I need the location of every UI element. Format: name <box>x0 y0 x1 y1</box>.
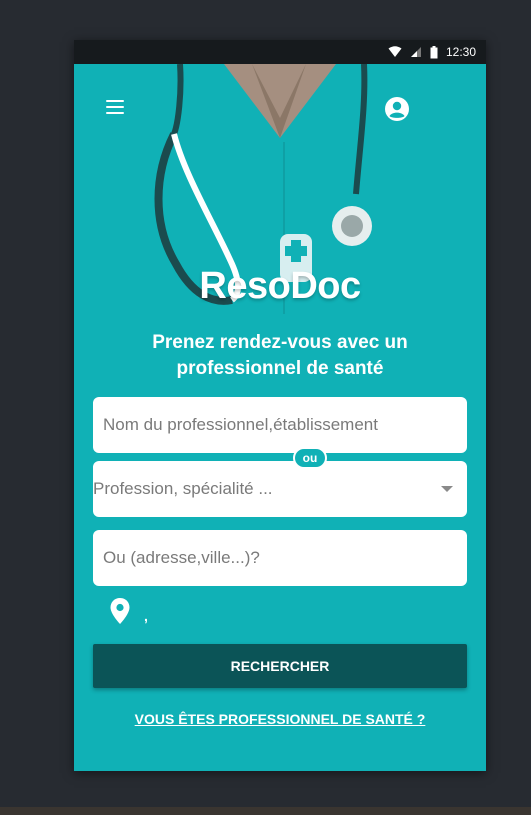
status-bar: 12:30 <box>74 40 486 64</box>
bottom-strip <box>0 807 531 815</box>
search-button[interactable]: RECHERCHER <box>93 644 467 688</box>
or-badge: ou <box>293 447 327 469</box>
signal-icon <box>410 47 421 57</box>
hamburger-menu-icon[interactable] <box>106 100 124 114</box>
profession-select-placeholder: Profession, spécialité ... <box>93 479 273 498</box>
name-search-input[interactable] <box>93 415 467 435</box>
location-search-input[interactable] <box>93 548 467 568</box>
location-field[interactable] <box>93 530 467 586</box>
battery-icon <box>430 45 438 58</box>
location-pin-icon[interactable] <box>110 598 130 624</box>
account-circle-icon[interactable] <box>384 96 410 122</box>
app-screen: 12:30 ResoDoc Prenez rendez-vous avec un… <box>74 40 486 771</box>
current-location-text: , <box>144 608 148 624</box>
status-time: 12:30 <box>445 45 476 59</box>
wifi-icon <box>388 46 402 57</box>
profession-select[interactable]: Profession, spécialité ... <box>93 461 467 517</box>
professional-link[interactable]: VOUS ÊTES PROFESSIONNEL DE SANTÉ ? <box>74 711 486 727</box>
name-field[interactable] <box>93 397 467 453</box>
current-location-row[interactable]: , <box>110 598 148 624</box>
tagline: Prenez rendez-vous avec un professionnel… <box>152 332 408 379</box>
app-logo-text: ResoDoc <box>199 265 361 307</box>
dropdown-arrow-icon[interactable] <box>441 486 453 492</box>
